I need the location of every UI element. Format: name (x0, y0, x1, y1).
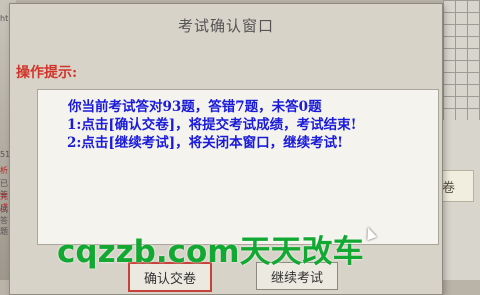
score-summary: 你当前考试答对93题，答错7题，未答0题 (68, 99, 322, 115)
answer-grid (443, 0, 480, 120)
dialog-title: 考试确认窗口 (177, 16, 274, 35)
message-panel: 你当前考试答对93题，答错7题，未答0题 1:点击[确认交卷]，将提交考试成绩，… (37, 89, 439, 245)
watermark: cqzzb.com天天改车 (57, 234, 364, 270)
instruction-confirm: 1:点击[确认交卷]，将提交考试成绩，考试结束! (67, 117, 357, 133)
instruction-continue: 2:点击[继续考试]，将关闭本窗口，继续考试! (67, 135, 344, 151)
hint-title: 操作提示: (16, 65, 78, 81)
